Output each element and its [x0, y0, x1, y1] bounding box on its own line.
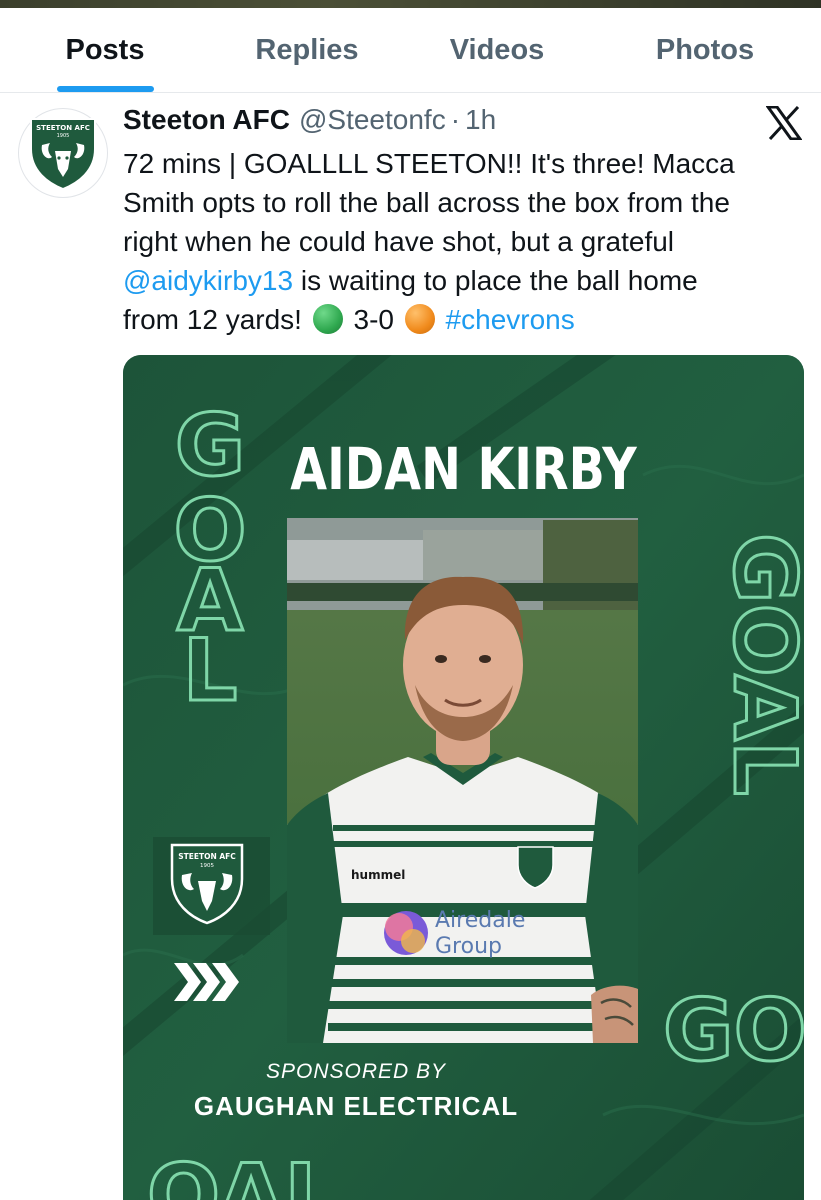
goal-footer-fragment: OAL: [147, 1146, 339, 1200]
author-handle[interactable]: @Steetonfc: [299, 104, 446, 136]
sponsor-name: GAUGHAN ELECTRICAL: [193, 1091, 519, 1121]
tab-posts[interactable]: Posts: [20, 8, 190, 93]
separator-dot: ·: [450, 104, 461, 135]
post-text-fragment: is waiting to place the ball home: [293, 265, 698, 296]
top-image-strip: [0, 0, 821, 8]
player-name-title: AIDAN KIRBY: [290, 435, 637, 503]
author-name[interactable]: Steeton AFC: [123, 104, 290, 136]
goal-letter: L: [183, 621, 238, 721]
active-tab-indicator: [57, 86, 154, 92]
post-text: 72 mins | GOALLLL STEETON!! It's three! …: [123, 144, 813, 339]
green-circle-emoji-icon: [312, 304, 343, 334]
tab-replies[interactable]: Replies: [222, 8, 392, 93]
profile-tabs: Posts Replies Videos Photos: [0, 8, 821, 93]
post-text-line: Smith opts to roll the ball across the b…: [123, 187, 730, 218]
post-text-fragment: from 12 yards!: [123, 304, 310, 335]
post-text-line: 72 mins | GOALLLL STEETON!! It's three! …: [123, 148, 735, 179]
post-timestamp[interactable]: 1h: [465, 104, 496, 136]
player-photo: hummel Airedale Group: [287, 518, 638, 1043]
post-text-line: from 12 yards! 3-0 #chevrons: [123, 300, 813, 339]
club-crest-icon: STEETON AFC 1905: [30, 118, 96, 191]
crest-year: 1905: [200, 863, 214, 869]
shirt-sponsor-line2: Group: [435, 934, 502, 959]
mention-link[interactable]: @aidykirby13: [123, 265, 293, 296]
crest-year: 1905: [57, 133, 70, 139]
shirt-brand: hummel: [351, 868, 405, 882]
post-text-line: @aidykirby13 is waiting to place the bal…: [123, 261, 813, 300]
goal-vertical-text: GOAL: [714, 533, 804, 796]
goal-fragment-text: GO: [663, 981, 804, 1081]
x-logo-icon: [766, 106, 802, 140]
post-header: Steeton AFC @Steetonfc · 1h: [123, 104, 496, 142]
shirt-sponsor-line1: Airedale: [435, 908, 525, 933]
orange-circle-emoji-icon: [404, 304, 435, 334]
tab-photos[interactable]: Photos: [620, 8, 790, 93]
score-text: 3-0: [345, 304, 402, 335]
sponsored-by-label: SPONSORED BY: [265, 1060, 447, 1083]
crest-text: STEETON AFC: [178, 852, 236, 861]
crest-text: STEETON AFC: [36, 124, 90, 132]
post-text-line: right when he could have shot, but a gra…: [123, 226, 675, 257]
hashtag-link[interactable]: #chevrons: [446, 304, 575, 335]
tab-videos[interactable]: Videos: [412, 8, 582, 93]
avatar[interactable]: STEETON AFC 1905: [18, 108, 108, 198]
